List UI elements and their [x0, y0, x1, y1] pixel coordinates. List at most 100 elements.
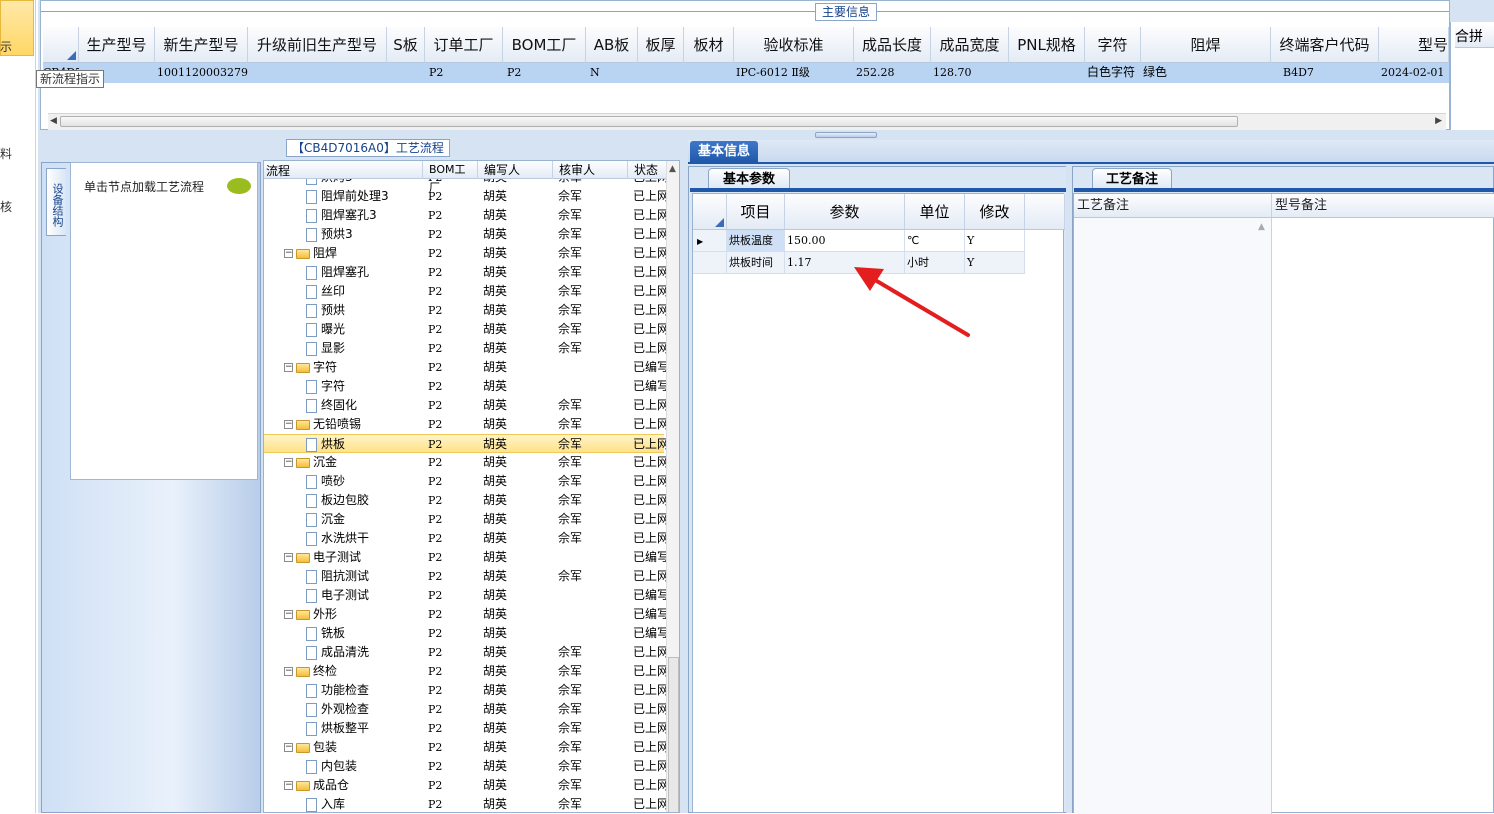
tree-row[interactable]: 烘板 P2 胡英 佘军 已上网 [264, 434, 666, 453]
col-bom-factory[interactable]: BOM工厂 [503, 27, 586, 63]
process-notes-text[interactable] [1074, 218, 1272, 814]
tree-row[interactable]: 丝印 P2 胡英 佘军 已上网 [264, 282, 666, 301]
tree-row[interactable]: − 成品仓 P2 胡英 佘军 已上网 [264, 776, 666, 795]
tree-row[interactable]: 水洗烘干 P2 胡英 佘军 已上网 [264, 529, 666, 548]
notes-col-process[interactable]: 工艺备注 [1074, 194, 1272, 218]
param-row1-item[interactable]: 烘板温度 [727, 230, 785, 252]
tree-row[interactable]: 成品清洗 P2 胡英 佘军 已上网 [264, 643, 666, 662]
param-row1-unit[interactable]: ℃ [905, 230, 965, 252]
collapse-icon[interactable]: − [284, 667, 293, 676]
collapse-icon[interactable]: − [284, 743, 293, 752]
tree-row[interactable]: − 包装 P2 胡英 佘军 已上网 [264, 738, 666, 757]
tree-row[interactable]: 烘板整平 P2 胡英 佘军 已上网 [264, 719, 666, 738]
col-prod-model[interactable]: 生产型号 [79, 27, 155, 63]
tab-basic-params[interactable]: 基本参数 [708, 168, 790, 190]
tree-row[interactable]: 烘烤3 P2 胡英佘军已上网 [264, 179, 666, 187]
tree-row[interactable]: 入库 P2 胡英 佘军 已上网 [264, 795, 666, 812]
col-customer-code[interactable]: 终端客户代码 [1271, 27, 1379, 63]
tree-col-author[interactable]: 编写人 [477, 161, 552, 179]
col-material[interactable]: 板材 [684, 27, 734, 63]
tree-col-flow[interactable]: 流程 [266, 162, 290, 179]
tree-row[interactable]: − 电子测试 P2 胡英 已编写 [264, 548, 666, 567]
col-new-model[interactable]: 新生产型号 [155, 27, 248, 63]
tree-row[interactable]: 预烘 P2 胡英 佘军 已上网 [264, 301, 666, 320]
tree-cell-author: 胡英 [483, 417, 508, 431]
collapse-icon[interactable]: − [284, 458, 293, 467]
col-width[interactable]: 成品宽度 [931, 27, 1009, 63]
tree-vscrollbar[interactable]: ▲ [666, 161, 679, 812]
collapse-icon[interactable]: − [284, 781, 293, 790]
tab-basic-info[interactable]: 基本信息 [690, 141, 759, 163]
col-ab-board[interactable]: AB板 [586, 27, 638, 63]
param-row2-item[interactable]: 烘板时间 [727, 252, 785, 274]
tree-row[interactable]: − 无铅喷锡 P2 胡英 佘军 已上网 [264, 415, 666, 434]
col-pnl[interactable]: PNL规格 [1009, 27, 1085, 63]
collapse-icon[interactable]: − [284, 420, 293, 429]
tree-row[interactable]: 铣板 P2 胡英 已编写 [264, 624, 666, 643]
main-grid-row[interactable]: CB4D7016A0 10011200032795 P2 P2 N IPC-60… [43, 63, 1449, 83]
tree-row[interactable]: 终固化 P2 胡英 佘军 已上网 [264, 396, 666, 415]
tree-row[interactable]: 阻焊塞孔3 P2 胡英 佘军 已上网 [264, 206, 666, 225]
notes-col-model[interactable]: 型号备注 [1272, 194, 1494, 218]
tree-row[interactable]: 预烘3 P2 胡英 佘军 已上网 [264, 225, 666, 244]
params-col-item[interactable]: 项目 [727, 194, 785, 230]
col-old-model[interactable]: 升级前旧生产型号 [248, 27, 387, 63]
left-nav-item-2[interactable]: 料 [0, 145, 12, 162]
params-col-modify[interactable]: 修改 [965, 194, 1025, 230]
tree-row[interactable]: 阻抗测试 P2 胡英 佘军 已上网 [264, 567, 666, 586]
left-nav-item-1[interactable]: 示 [0, 38, 12, 55]
equipment-structure-tab[interactable]: 设备结构 [46, 168, 66, 236]
param-row1-value[interactable]: 150.00 [785, 230, 905, 252]
notes-scroll-up-icon[interactable]: ▲ [1258, 222, 1265, 232]
params-col-param[interactable]: 参数 [785, 194, 905, 230]
tree-row[interactable]: − 外形 P2 胡英 已编写 [264, 605, 666, 624]
col-order-factory[interactable]: 订单工厂 [425, 27, 503, 63]
col-model-type[interactable]: 型号 [1379, 27, 1449, 63]
col-char[interactable]: 字符 [1085, 27, 1141, 63]
tree-row[interactable]: 沉金 P2 胡英 佘军 已上网 [264, 510, 666, 529]
collapse-icon[interactable]: − [284, 553, 293, 562]
tree-col-reviewer[interactable]: 核审人 [552, 161, 627, 179]
tree-row[interactable]: 喷砂 P2 胡英 佘军 已上网 [264, 472, 666, 491]
tree-row[interactable]: 外观检查 P2 胡英 佘军 已上网 [264, 700, 666, 719]
tree-row[interactable]: − 字符 P2 胡英 已编写 [264, 358, 666, 377]
tree-row[interactable]: 曝光 P2 胡英 佘军 已上网 [264, 320, 666, 339]
tree-row[interactable]: 板边包胶 P2 胡英 佘军 已上网 [264, 491, 666, 510]
tree-col-status[interactable]: 状态 [627, 161, 668, 179]
tree-cell-reviewer: 佘军 [558, 664, 583, 678]
tree-row[interactable]: 阻焊前处理3 P2 胡英 佘军 已上网 [264, 187, 666, 206]
col-standard[interactable]: 验收标准 [734, 27, 854, 63]
param-row1-modify[interactable]: Y [965, 230, 1025, 252]
tree-row[interactable]: 阻焊塞孔 P2 胡英 佘军 已上网 [264, 263, 666, 282]
tab-process-notes[interactable]: 工艺备注 [1092, 168, 1172, 190]
horizontal-splitter[interactable] [815, 132, 877, 138]
document-icon [306, 179, 317, 185]
tree-col-bom[interactable]: BOM工厂 [422, 161, 474, 194]
scroll-left-arrow-icon[interactable]: ◀ [50, 116, 57, 126]
collapse-icon[interactable]: − [284, 249, 293, 258]
collapse-icon[interactable]: − [284, 363, 293, 372]
col-thickness[interactable]: 板厚 [638, 27, 684, 63]
scroll-up-arrow-icon[interactable]: ▲ [669, 164, 676, 174]
scroll-right-arrow-icon[interactable]: ▶ [1435, 116, 1442, 126]
row-indicator-2[interactable] [693, 252, 727, 274]
row-indicator-icon[interactable]: ▶ [693, 230, 727, 252]
tree-row[interactable]: 字符 P2 胡英 已编写 [264, 377, 666, 396]
splitter-left[interactable] [681, 160, 687, 813]
tree-scroll-thumb[interactable] [668, 657, 679, 812]
tree-row[interactable]: − 阻焊 P2 胡英 佘军 已上网 [264, 244, 666, 263]
tree-row[interactable]: − 终检 P2 胡英 佘军 已上网 [264, 662, 666, 681]
main-grid-scroll-thumb[interactable] [60, 116, 1238, 127]
col-s-board[interactable]: S板 [387, 27, 425, 63]
tree-row[interactable]: 功能检查 P2 胡英 佘军 已上网 [264, 681, 666, 700]
merge-label[interactable]: 合拼 [1455, 26, 1494, 48]
tree-row[interactable]: 电子测试 P2 胡英 已编写 [264, 586, 666, 605]
col-mask[interactable]: 阻焊 [1141, 27, 1271, 63]
params-col-unit[interactable]: 单位 [905, 194, 965, 230]
tree-row[interactable]: 显影 P2 胡英 佘军 已上网 [264, 339, 666, 358]
left-nav-item-3[interactable]: 核 [0, 198, 12, 215]
collapse-icon[interactable]: − [284, 610, 293, 619]
col-length[interactable]: 成品长度 [854, 27, 931, 63]
tree-row[interactable]: 内包装 P2 胡英 佘军 已上网 [264, 757, 666, 776]
tree-row[interactable]: − 沉金 P2 胡英 佘军 已上网 [264, 453, 666, 472]
